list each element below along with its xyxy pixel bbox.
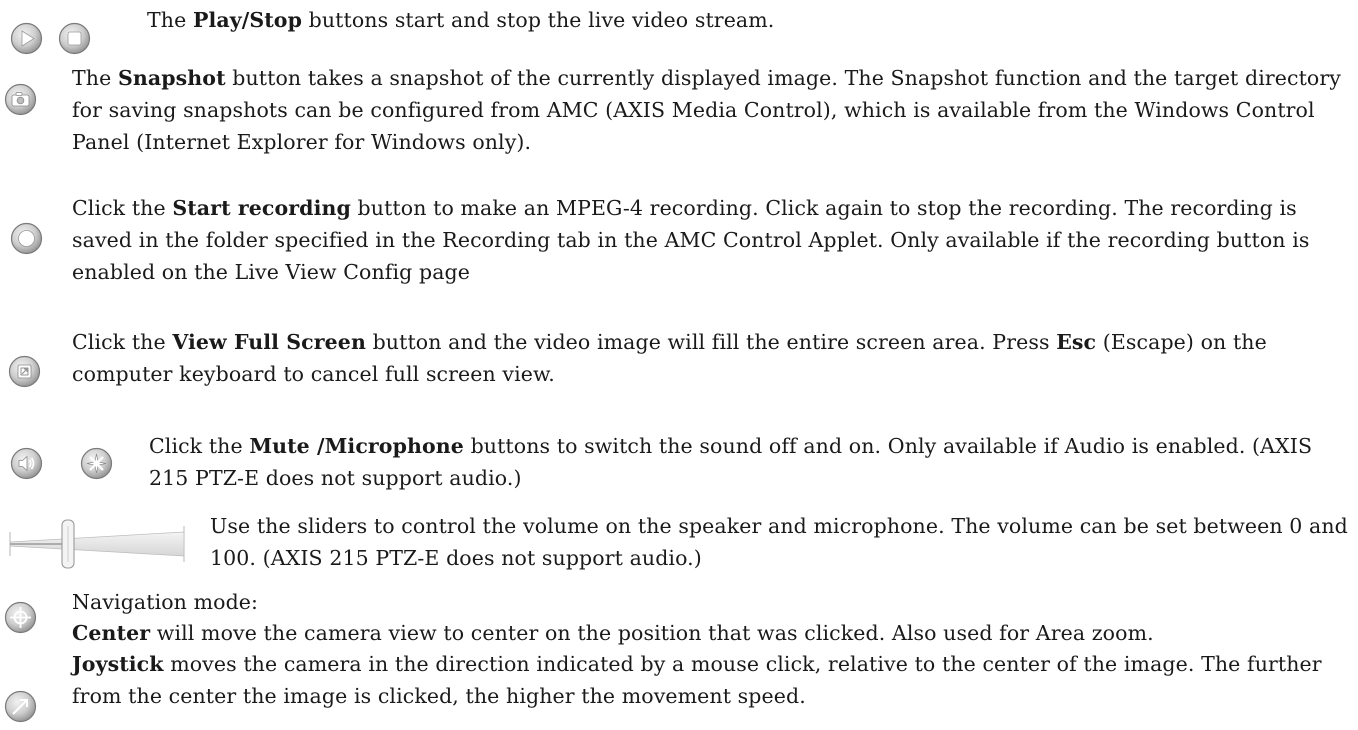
microphone-icon[interactable]	[80, 447, 113, 480]
text-run: Click the	[149, 434, 250, 458]
center-label: Center	[72, 621, 151, 645]
start-recording-label: Start recording	[172, 196, 351, 220]
speaker-icon[interactable]	[10, 447, 43, 480]
play-stop-description: The Play/Stop buttons start and stop the…	[147, 4, 1347, 36]
esc-key-label: Esc	[1056, 330, 1097, 354]
text-run: Click the	[72, 330, 173, 354]
text-run: The	[147, 8, 193, 32]
play-stop-label: Play/Stop	[192, 8, 303, 32]
center-icon[interactable]	[4, 601, 37, 634]
record-icon[interactable]	[10, 222, 43, 255]
play-icon[interactable]	[10, 22, 43, 55]
joystick-label: Joystick	[72, 652, 164, 676]
volume-slider-icon[interactable]	[8, 518, 186, 570]
text-run: moves the camera in the direction indica…	[72, 652, 1322, 708]
mute-microphone-label: Mute /Microphone	[249, 434, 464, 458]
text-run: buttons start and stop the live video st…	[302, 8, 775, 32]
text-run: Click the	[72, 196, 173, 220]
navigation-heading: Navigation mode:	[72, 586, 1342, 618]
text-run: The	[72, 66, 118, 90]
mute-description: Click the Mute /Microphone buttons to sw…	[149, 430, 1349, 494]
text-run: button and the video image will fill the…	[365, 330, 1057, 354]
fullscreen-icon[interactable]	[8, 355, 41, 388]
fullscreen-description: Click the View Full Screen button and th…	[72, 326, 1354, 390]
text-run: button takes a snapshot of the currently…	[72, 66, 1341, 154]
text-run: Navigation mode:	[72, 590, 259, 614]
recording-description: Click the Start recording button to make…	[72, 192, 1347, 288]
joystick-description: Joystick moves the camera in the directi…	[72, 648, 1342, 712]
stop-icon[interactable]	[58, 22, 91, 55]
view-full-screen-label: View Full Screen	[172, 330, 366, 354]
text-run: Use the sliders to control the volume on…	[210, 514, 1348, 570]
center-description: Center will move the camera view to cent…	[72, 617, 1354, 649]
snapshot-description: The Snapshot button takes a snapshot of …	[72, 62, 1342, 158]
slider-description: Use the sliders to control the volume on…	[210, 510, 1350, 574]
snapshot-label: Snapshot	[117, 66, 226, 90]
text-run: will move the camera view to center on t…	[150, 621, 1154, 645]
joystick-icon[interactable]	[4, 690, 37, 723]
camera-icon[interactable]	[4, 83, 37, 116]
